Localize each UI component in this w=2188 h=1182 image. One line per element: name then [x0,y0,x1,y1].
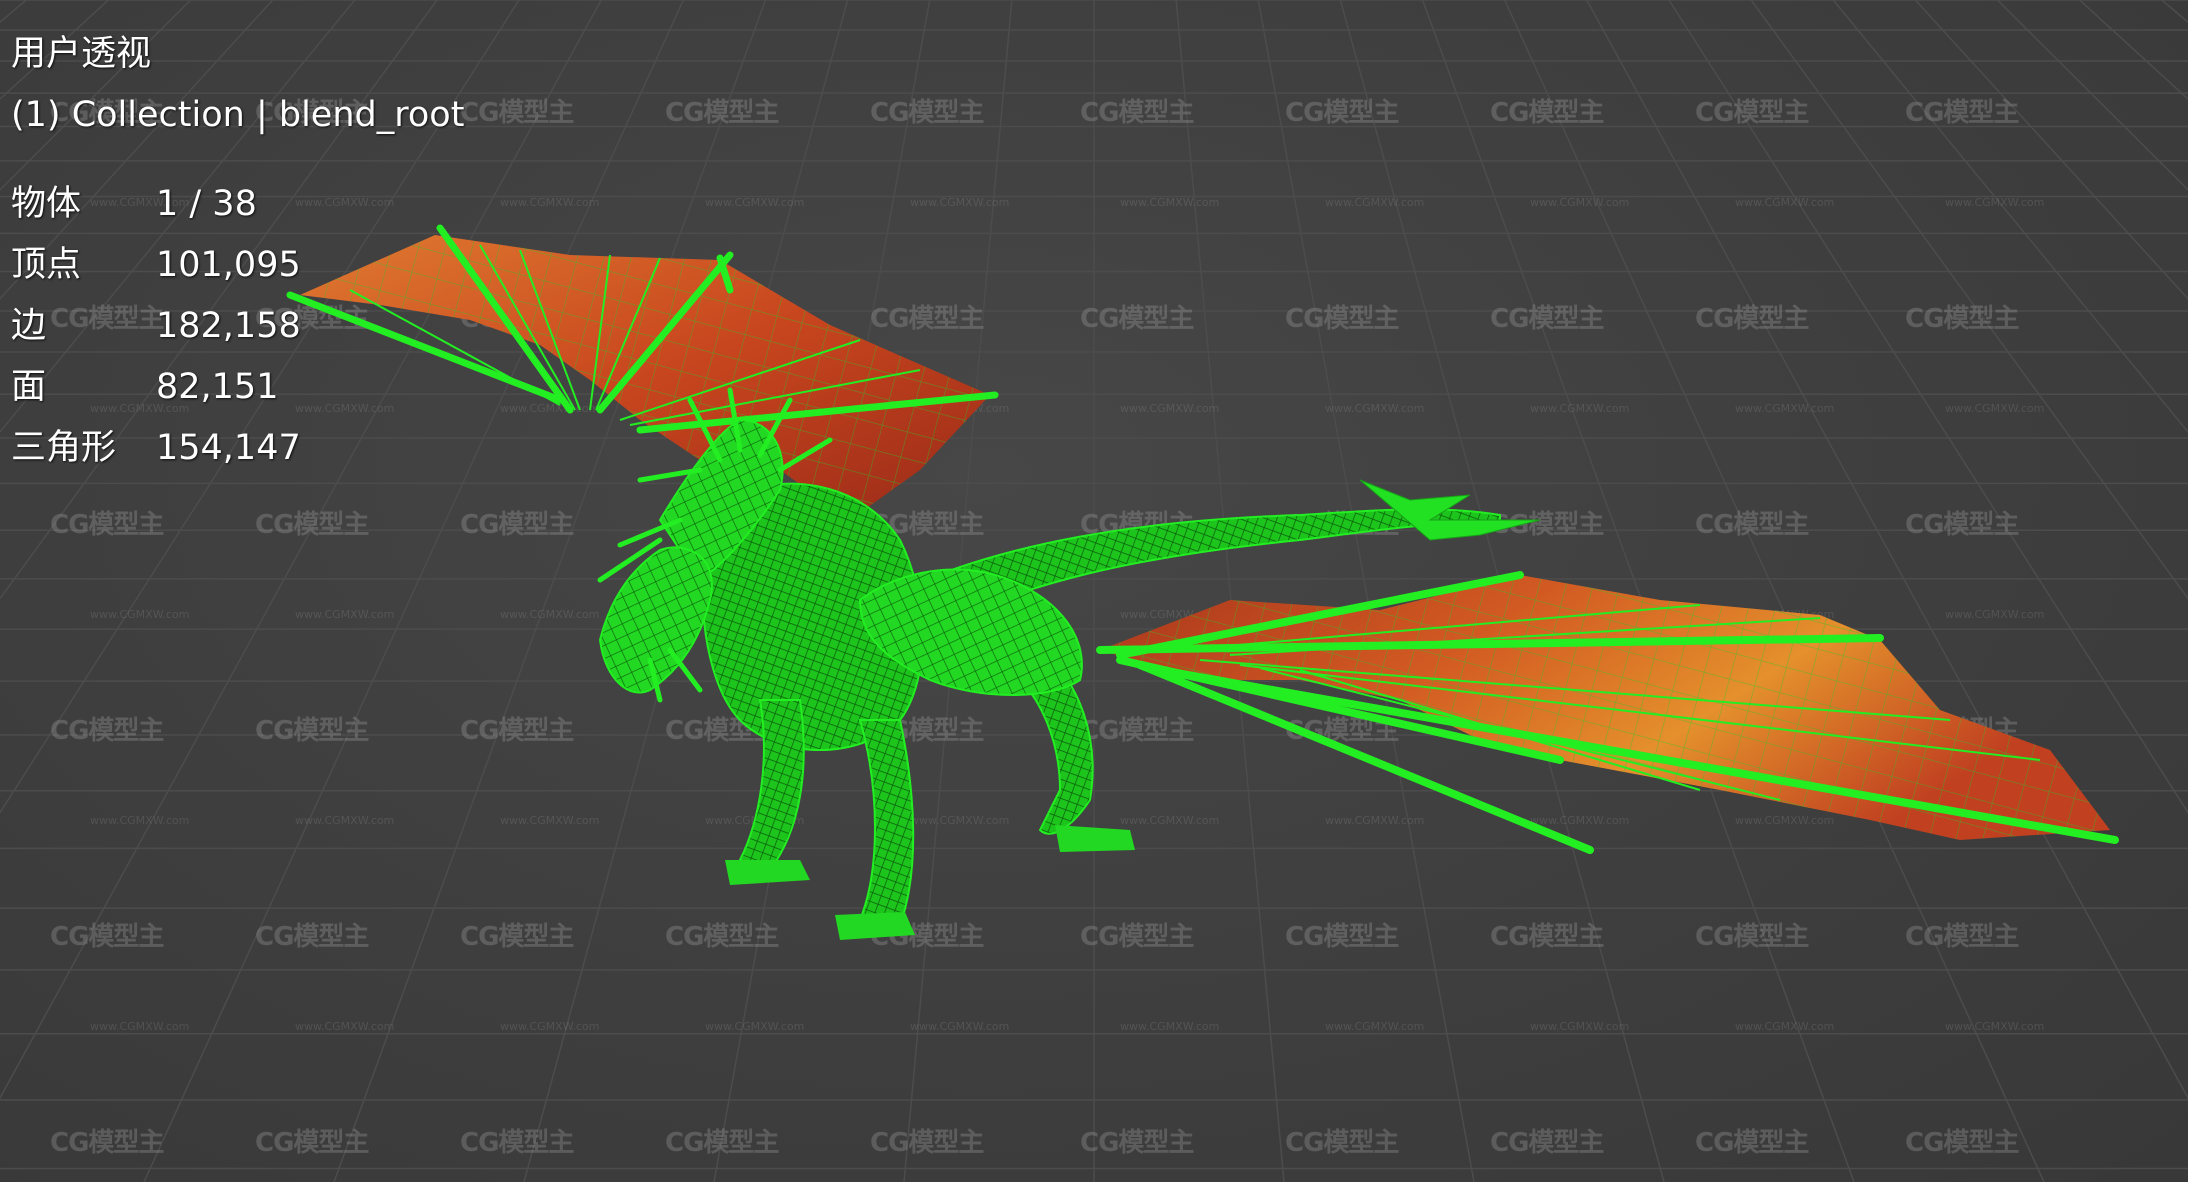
stat-value: 101,095 [156,245,301,285]
stat-row-vertices: 顶点 101,095 [11,235,464,296]
stat-value: 154,147 [156,428,301,468]
right-wing [1096,571,2119,854]
stat-label: 面 [11,367,47,407]
view-name: 用户透视 [11,34,152,74]
viewport-info-overlay: 用户透视 (1) Collection | blend_root 物体 1 / … [11,24,464,479]
stat-value: 82,151 [156,367,279,407]
3d-viewport[interactable]: CG模型主 www.CGMXW.com CG模型主 www.CGMXW.com CG模型… [0,0,2188,1182]
stat-row-edges: 边 182,158 [11,296,464,357]
stat-label: 三角形 [11,428,117,468]
stat-value: 1 / 38 [156,184,257,224]
stat-label: 物体 [11,184,82,224]
stat-label: 边 [11,306,47,346]
statistics-panel: 物体 1 / 38 顶点 101,095 边 182,158 面 82,151 … [11,174,464,479]
collection-label: (1) Collection | blend_root [11,95,465,135]
stat-row-faces: 面 82,151 [11,357,464,418]
stat-row-objects: 物体 1 / 38 [11,174,464,235]
stat-row-triangles: 三角形 154,147 [11,418,464,479]
stat-value: 182,158 [156,306,301,346]
stat-label: 顶点 [11,245,82,285]
